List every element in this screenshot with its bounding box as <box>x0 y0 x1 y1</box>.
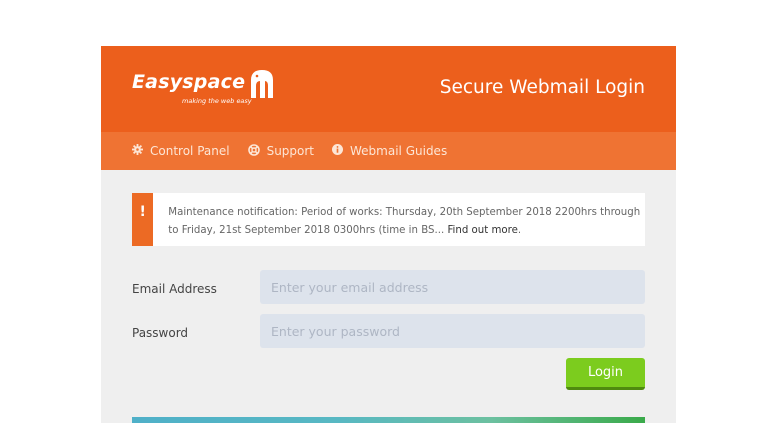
logo-tagline: making the web easy <box>182 97 252 105</box>
password-label: Password <box>132 326 189 340</box>
email-input[interactable] <box>260 270 645 304</box>
lifebuoy-icon <box>247 143 267 159</box>
notice-suffix: . <box>517 225 522 236</box>
nav-item-label: Support <box>266 144 315 158</box>
notice-text: Maintenance notification: Period of work… <box>168 207 641 236</box>
nav-bar: Control Panel Support Webmail Guides <box>101 132 676 170</box>
notice-message: Maintenance notification: Period of work… <box>153 193 645 246</box>
alert-icon: ! <box>132 193 154 246</box>
password-input[interactable] <box>260 314 645 348</box>
login-button[interactable]: Login <box>566 358 645 390</box>
login-card: Easyspace making the web easy Secure Web… <box>101 46 676 423</box>
nav-item-webmail-guides[interactable]: Webmail Guides <box>332 144 447 158</box>
email-label: Email Address <box>132 282 217 296</box>
bottom-banner <box>132 417 645 423</box>
nav-item-label: Webmail Guides <box>350 144 448 158</box>
nav-item-control-panel[interactable]: Control Panel <box>132 144 230 158</box>
maintenance-notice: ! Maintenance notification: Period of wo… <box>132 193 645 246</box>
find-out-more-link[interactable]: Find out more <box>447 225 517 236</box>
nav-item-label: Control Panel <box>150 144 230 158</box>
gear-icon <box>132 144 150 158</box>
info-icon <box>332 144 350 158</box>
page-title: Secure Webmail Login <box>439 77 645 98</box>
easyspace-logo[interactable]: Easyspace making the web easy <box>132 70 277 105</box>
header: Easyspace making the web easy Secure Web… <box>101 46 676 132</box>
logo-wordmark: Easyspace <box>132 71 246 93</box>
nav-item-support[interactable]: Support <box>247 143 315 159</box>
